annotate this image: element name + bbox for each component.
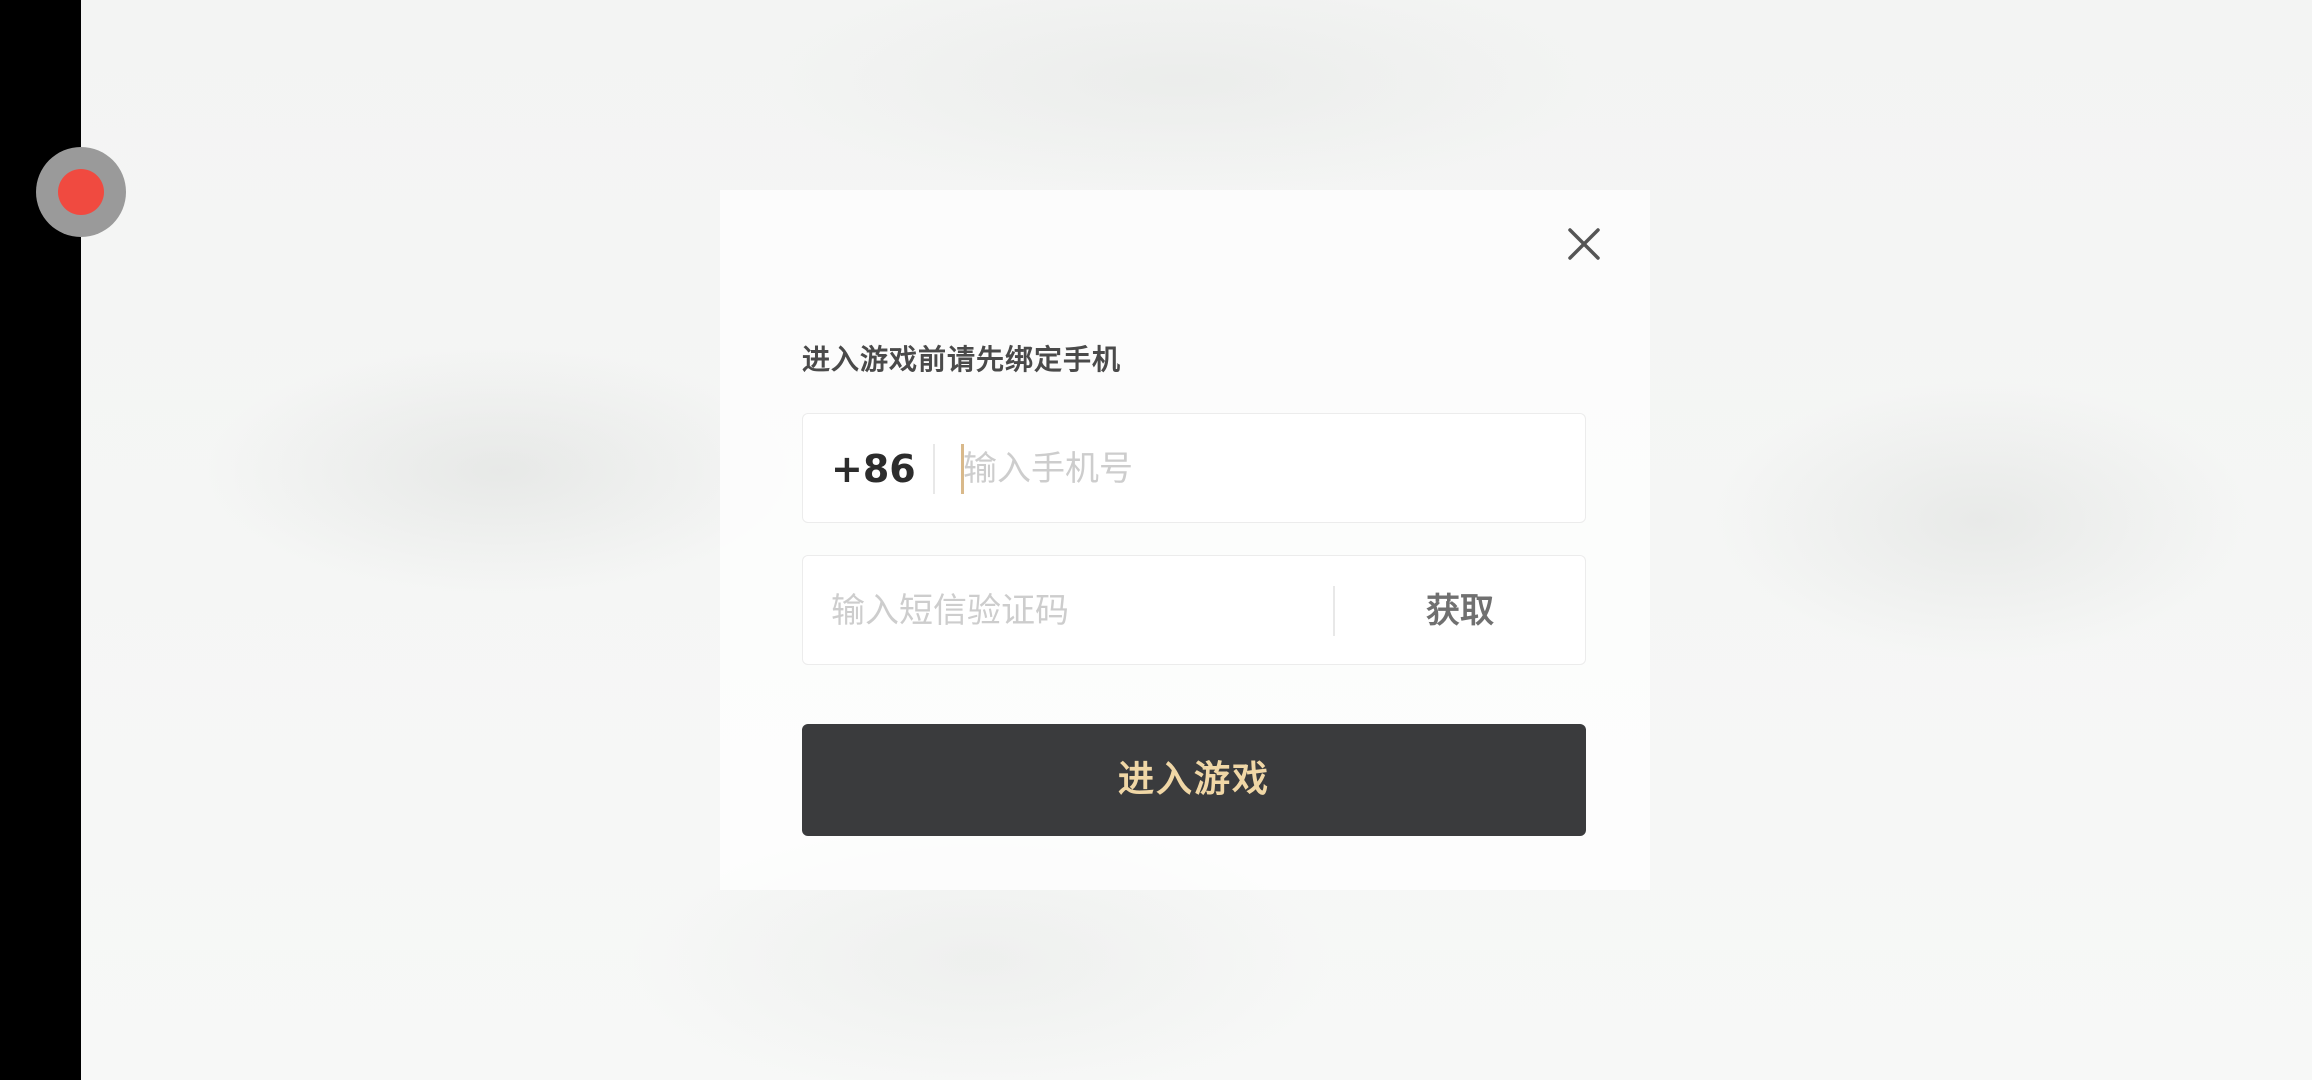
- phone-divider: [933, 444, 935, 494]
- close-button[interactable]: [1560, 220, 1608, 268]
- sms-code-field[interactable]: 获取: [802, 555, 1586, 665]
- enter-game-button[interactable]: 进入游戏: [802, 724, 1586, 836]
- dialog-title: 进入游戏前请先绑定手机: [802, 343, 1122, 376]
- close-icon: [1568, 228, 1600, 260]
- country-code[interactable]: +86: [831, 414, 916, 524]
- phone-field[interactable]: +86: [802, 413, 1586, 523]
- get-code-button[interactable]: 获取: [1335, 556, 1585, 666]
- sms-code-input[interactable]: [831, 581, 1311, 641]
- phone-input[interactable]: [963, 439, 1543, 499]
- screen-record-indicator-icon[interactable]: [36, 147, 126, 237]
